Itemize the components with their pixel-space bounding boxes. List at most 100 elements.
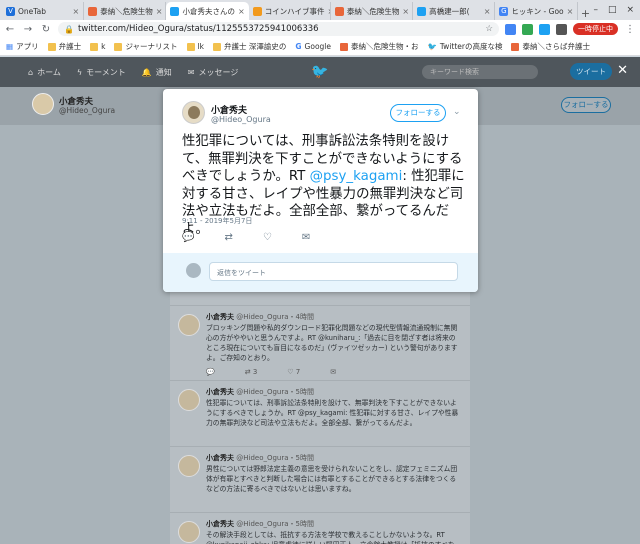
address-bar: ← → ↻ 🔒 twitter.com/Hideo_Ogura/status/1… [0,20,640,38]
star-icon[interactable]: ☆ [485,24,493,34]
bookmark-link[interactable]: G Google [295,42,331,51]
bookmark-folder[interactable]: 弁護士 深澤諭史の [213,41,286,52]
folder-icon [213,42,221,51]
browser-tab-active[interactable]: 小倉秀夫さんの × [166,2,249,20]
close-tab-icon[interactable]: × [73,7,80,16]
tweet-timestamp[interactable]: 9:11 - 2019年5月7日 [182,216,252,226]
follow-button[interactable]: フォローする [390,104,446,122]
close-modal-icon[interactable]: ✕ [617,63,628,78]
mention-link[interactable]: @psy_kagami [310,169,403,184]
browser-tab[interactable]: 泰納＼危険生物 × [84,2,167,20]
nav-moments[interactable]: ϟ モーメント [77,67,126,78]
reply-icon[interactable]: 💬 [206,368,215,376]
tweet-author-name[interactable]: 小倉秀夫 [206,520,234,528]
new-tab-button[interactable]: + [578,7,594,20]
back-arrow-icon[interactable]: ← [4,24,16,35]
profile-follow-button[interactable]: フォローする [561,97,611,113]
close-tab-icon[interactable]: × [238,7,245,16]
bell-icon: 🔔 [141,67,152,77]
avatar[interactable] [178,314,200,336]
folder-icon [47,42,56,51]
google-icon: G [295,42,302,51]
browser-tab[interactable]: G ヒッキン - Goo × [495,2,578,20]
retweet-count: 3 [252,368,258,376]
bookmark-link[interactable]: 泰納＼さらば弁護士 [511,41,590,52]
extension-icon[interactable] [522,23,533,35]
tweet-button[interactable]: ツイート [570,63,612,80]
lock-icon: 🔒 [64,24,74,34]
bookmark-link[interactable]: 🐦 Twitterの高度な検 [428,41,503,52]
extension-icon[interactable] [539,23,550,35]
close-tab-icon[interactable]: × [484,7,491,16]
minimize-icon[interactable]: – [593,5,598,15]
retweet-icon[interactable]: ⇄ [224,232,232,243]
extension-icon[interactable] [556,23,567,35]
nav-messages[interactable]: ✉ メッセージ [188,67,239,78]
dm-icon[interactable]: ✉ [330,368,336,376]
lightning-icon: ϟ [76,67,83,77]
blog-icon [88,6,98,16]
window-controls: – □ × [593,5,640,15]
tweet-author-handle: @Hideo_Ogura [236,520,289,528]
home-icon: ⌂ [28,67,34,77]
close-tab-icon[interactable]: × [567,7,574,16]
like-icon[interactable]: ♡ 7 [287,368,300,376]
retweet-icon[interactable]: ⇄ 3 [245,368,258,376]
reload-icon[interactable]: ↻ [40,24,52,35]
tweet-author-handle[interactable]: @Hideo_Ogura [211,115,271,124]
timeline-tweet[interactable]: 小倉秀夫 @Hideo_Ogura・5時間 男性については野郎法定主義の意思を受… [170,446,470,512]
twitter-logo-icon[interactable]: 🐦 [311,64,328,80]
menu-dots-icon[interactable]: ⋮ [624,24,636,35]
avatar[interactable] [182,101,205,124]
url-input[interactable]: 🔒 twitter.com/Hideo_Ogura/status/1125553… [58,22,499,36]
dm-icon[interactable]: ✉ [302,232,310,243]
avatar[interactable] [32,93,54,115]
bookmark-folder[interactable]: 弁護士 [47,41,81,52]
browser-tab[interactable]: V OneTab × [2,2,85,20]
tweet-author-name[interactable]: 小倉秀夫 [206,313,234,321]
tweet-text: ブロッキング問題や私的ダウンロード犯罪化問題などの現代型情報流通規制に無関心の方… [206,324,458,362]
folder-icon [90,42,99,51]
nav-notifications[interactable]: 🔔 通知 [142,67,172,78]
close-tab-icon[interactable]: × [156,7,163,16]
close-window-icon[interactable]: × [626,5,634,15]
bookmark-apps[interactable]: ▦ アプリ [6,41,39,52]
search-input[interactable]: キーワード検索 [422,65,538,79]
avatar[interactable] [178,521,200,543]
envelope-icon: ✉ [187,67,195,77]
apps-grid-icon: ▦ [6,42,14,51]
reply-icon[interactable]: 💬 [182,232,194,243]
timeline-tweet[interactable]: 小倉秀夫 @Hideo_Ogura・5時間 性犯罪については、刑事訴訟法条特則を… [170,380,470,446]
google-icon: G [499,6,509,16]
bookmark-link[interactable]: 泰納＼危険生物・お [340,41,419,52]
extension-icon[interactable] [505,23,516,35]
profile-handle: @Hideo_Ogura [59,106,116,115]
timeline-tweet[interactable]: 小倉秀夫 @Hideo_Ogura・5時間 その解決手段としては、抵抗する方法を… [170,512,470,544]
bookmark-folder[interactable]: ジャーナリスト [114,41,178,52]
like-count: 7 [295,368,301,376]
reply-composer: 返信をツイート [163,253,478,292]
maximize-icon[interactable]: □ [608,5,617,15]
page-icon [340,42,348,51]
browser-tab[interactable]: 高橋建一郎(× [413,2,496,20]
browser-tab[interactable]: 泰納＼危険生物 × [331,2,414,20]
close-tab-icon[interactable]: × [402,7,409,16]
forward-arrow-icon[interactable]: → [22,24,34,35]
sync-paused-badge[interactable]: 一時停止中 [573,23,618,35]
bookmark-folder[interactable]: k [90,42,105,51]
twitter-top-nav: ⌂ ホーム ϟ モーメント 🔔 通知 ✉ メッセージ 🐦 キーワード検索 ツイート ✕ [0,57,640,87]
reply-input[interactable]: 返信をツイート [209,262,458,281]
tweet-author-name[interactable]: 小倉秀夫 [206,454,234,462]
timeline-tweet[interactable]: 小倉秀夫 @Hideo_Ogura・4時間 ブロッキング問題や私的ダウンロード犯… [170,305,470,377]
tweet-author-handle: @Hideo_Ogura [236,388,289,396]
folder-icon [114,42,123,51]
bookmark-folder[interactable]: lk [186,42,204,51]
nav-home[interactable]: ⌂ ホーム [28,67,61,78]
tweet-author-name[interactable]: 小倉秀夫 [206,388,234,396]
avatar[interactable] [178,389,200,411]
like-icon[interactable]: ♡ [263,232,272,243]
browser-tab[interactable]: コインハイブ事件× [249,2,331,20]
folder-icon [186,42,195,51]
avatar[interactable] [178,455,200,477]
chevron-down-icon[interactable]: ⌄ [453,107,461,117]
